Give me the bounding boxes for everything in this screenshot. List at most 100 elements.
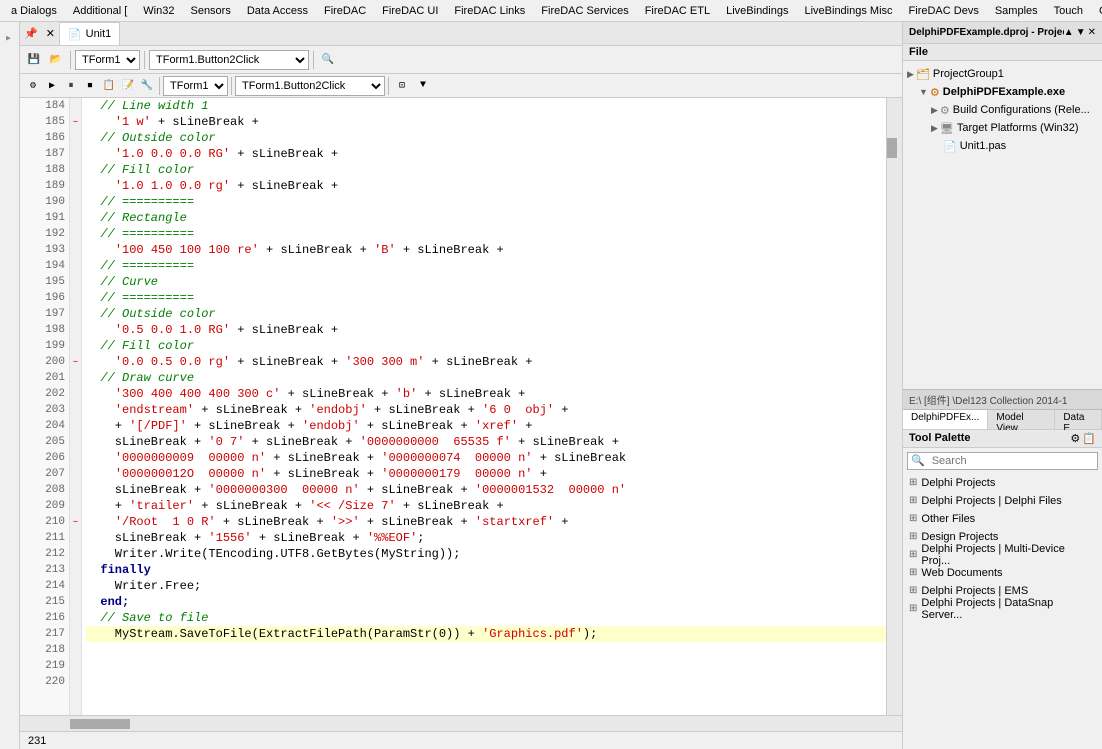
project-manager-header: DelphiPDFExample.dproj - Project M ▲ ▼ ✕ bbox=[903, 22, 1102, 44]
tb2-nav-btn2[interactable]: ▼ bbox=[413, 76, 433, 96]
menu-win32[interactable]: Win32 bbox=[136, 2, 181, 20]
code-line-188: // Fill color bbox=[86, 162, 886, 178]
code-line-199: // Fill color bbox=[86, 338, 886, 354]
gutter-214 bbox=[70, 578, 81, 594]
tree-target-platforms[interactable]: ▶ 🖥 Target Platforms (Win32) bbox=[903, 119, 1102, 137]
tb2-method-selector[interactable]: TForm1.Button2Click bbox=[235, 76, 385, 96]
tab-delphi-pdf[interactable]: DelphiPDFEx... bbox=[903, 410, 988, 429]
tb2-btn7[interactable]: 🔧 bbox=[138, 77, 156, 95]
tb2-btn5[interactable]: 📋 bbox=[100, 77, 118, 95]
menu-firedac-etl[interactable]: FireDAC ETL bbox=[638, 2, 717, 20]
ln-199: 199 bbox=[20, 338, 69, 354]
code-line-215: end; bbox=[86, 594, 886, 610]
palette-delphi-projects[interactable]: ⊞ Delphi Projects bbox=[903, 474, 1102, 492]
gutter-206 bbox=[70, 450, 81, 466]
tab-pin-button[interactable]: 📌 bbox=[20, 25, 42, 42]
tool-search-input[interactable] bbox=[928, 455, 1097, 467]
menu-firedac-services[interactable]: FireDAC Services bbox=[534, 2, 635, 20]
palette-datasnap[interactable]: ⊞ Delphi Projects | DataSnap Server... bbox=[903, 600, 1102, 618]
code-line-186: // Outside color bbox=[86, 130, 886, 146]
unit1-tab[interactable]: 📄 Unit1 bbox=[59, 22, 120, 45]
tab-icon: 📄 bbox=[68, 28, 82, 41]
ln-217: 217 bbox=[20, 626, 69, 642]
gutter-203 bbox=[70, 402, 81, 418]
gutter-200: – bbox=[70, 354, 81, 370]
tree-unit1[interactable]: 📄 Unit1.pas bbox=[903, 137, 1102, 155]
ln-205: 205 bbox=[20, 434, 69, 450]
menu-bar: a Dialogs Additional [ Win32 Sensors Dat… bbox=[0, 0, 1102, 22]
palette-other-files[interactable]: ⊞ Other Files bbox=[903, 510, 1102, 528]
method-selector[interactable]: TForm1.Button2Click bbox=[149, 50, 309, 70]
delphi-exe-expand-icon: ▼ bbox=[919, 87, 928, 97]
tb2-nav-btn[interactable]: ⊡ bbox=[392, 76, 412, 96]
tab-model-view[interactable]: Model View bbox=[988, 410, 1055, 429]
menu-touch[interactable]: Touch bbox=[1047, 2, 1090, 20]
menu-firedac-devs[interactable]: FireDAC Devs bbox=[902, 2, 986, 20]
menu-livebindings-misc[interactable]: LiveBindings Misc bbox=[797, 2, 899, 20]
tab-data-e[interactable]: Data E bbox=[1055, 410, 1102, 429]
tab-close-button[interactable]: ✕ bbox=[42, 25, 59, 42]
tool-palette-btn1[interactable]: ⚙ bbox=[1070, 432, 1080, 445]
gutter-190 bbox=[70, 194, 81, 210]
editor-tab-bar: 📌 ✕ 📄 Unit1 bbox=[20, 22, 902, 46]
tree-delphi-exe[interactable]: ▼ ⚙ DelphiPDFExample.exe bbox=[903, 83, 1102, 101]
code-line-185: '1 w' + sLineBreak + bbox=[86, 114, 886, 130]
gutter-185: – bbox=[70, 114, 81, 130]
toolbar1: 💾 📂 TForm1 TForm1.Button2Click 🔍 bbox=[20, 46, 902, 74]
panel-minimize-btn[interactable]: ▲ bbox=[1064, 27, 1074, 38]
left-indicator: ◀ bbox=[5, 34, 14, 43]
gutter-219 bbox=[70, 658, 81, 674]
code-line-205: sLineBreak + '0 7' + sLineBreak + '00000… bbox=[86, 434, 886, 450]
tb2-btn1[interactable]: ⚙ bbox=[24, 77, 42, 95]
menu-firedac-ui[interactable]: FireDAC UI bbox=[375, 2, 445, 20]
menu-sensors[interactable]: Sensors bbox=[183, 2, 237, 20]
code-line-210: '/Root 1 0 R' + sLineBreak + '>>' + sLin… bbox=[86, 514, 886, 530]
panel-close-btn[interactable]: ✕ bbox=[1088, 27, 1096, 38]
menu-dialogs[interactable]: a Dialogs bbox=[4, 2, 64, 20]
menu-firedac[interactable]: FireDAC bbox=[317, 2, 373, 20]
code-content[interactable]: // Line width 1 '1 w' + sLineBreak + // … bbox=[82, 98, 886, 715]
gutter-186 bbox=[70, 130, 81, 146]
bottom-right-tabs: DelphiPDFEx... Model View Data E bbox=[903, 410, 1102, 430]
tool-search-box[interactable]: 🔍 bbox=[907, 452, 1098, 470]
tb2-btn2[interactable]: ▶ bbox=[43, 77, 61, 95]
toolbar-open-btn[interactable]: 📂 bbox=[46, 50, 66, 70]
code-line-217: MyStream.SaveToFile(ExtractFilePath(Para… bbox=[86, 626, 886, 642]
code-editor: 184 185 186 187 188 189 190 191 192 193 … bbox=[20, 98, 902, 715]
menu-gestures[interactable]: Gestures bbox=[1092, 2, 1102, 20]
path-label: E:\ [组件] \Del123 Collection 2014-1 bbox=[903, 389, 1102, 410]
delphi-exe-icon: ⚙ bbox=[930, 86, 940, 99]
tb2-btn6[interactable]: 📝 bbox=[119, 77, 137, 95]
tb2-form-selector[interactable]: TForm1 bbox=[163, 76, 228, 96]
palette-delphi-files[interactable]: ⊞ Delphi Projects | Delphi Files bbox=[903, 492, 1102, 510]
search-btn[interactable]: 🔍 bbox=[318, 50, 338, 70]
project-group-label: ProjectGroup1 bbox=[933, 68, 1004, 80]
ems-label: Delphi Projects | EMS bbox=[921, 585, 1028, 597]
design-projects-label: Design Projects bbox=[921, 531, 998, 543]
menu-data-access[interactable]: Data Access bbox=[240, 2, 315, 20]
tool-palette-btn2[interactable]: 📋 bbox=[1082, 432, 1096, 445]
horizontal-scrollbar[interactable] bbox=[20, 715, 902, 731]
panel-float-btn[interactable]: ▼ bbox=[1076, 27, 1086, 38]
code-line-200: '0.0 0.5 0.0 rg' + sLineBreak + '300 300… bbox=[86, 354, 886, 370]
code-line-190: // ========== bbox=[86, 194, 886, 210]
form-selector[interactable]: TForm1 bbox=[75, 50, 140, 70]
multi-device-label: Delphi Projects | Multi-Device Proj... bbox=[921, 543, 1096, 567]
tb2-btn4[interactable]: ⏹ bbox=[81, 77, 99, 95]
status-bar: 231 bbox=[20, 731, 902, 749]
tree-build-config[interactable]: ▶ ⚙ Build Configurations (Rele... bbox=[903, 101, 1102, 119]
gutter-194 bbox=[70, 258, 81, 274]
vertical-scrollbar[interactable] bbox=[886, 98, 902, 715]
gutter-211 bbox=[70, 530, 81, 546]
palette-multi-device[interactable]: ⊞ Delphi Projects | Multi-Device Proj... bbox=[903, 546, 1102, 564]
toolbar-save-btn[interactable]: 💾 bbox=[24, 50, 44, 70]
menu-firedac-links[interactable]: FireDAC Links bbox=[447, 2, 532, 20]
ln-198: 198 bbox=[20, 322, 69, 338]
tool-palette: Tool Palette ⚙ 📋 🔍 ⊞ Delphi Projects ⊞ D… bbox=[903, 430, 1102, 749]
tree-project-group[interactable]: ▶ 🗂 ProjectGroup1 bbox=[903, 65, 1102, 83]
menu-additional[interactable]: Additional [ bbox=[66, 2, 134, 20]
center-area: 📌 ✕ 📄 Unit1 💾 📂 TForm1 TForm1.Button2Cli… bbox=[20, 22, 902, 749]
menu-samples[interactable]: Samples bbox=[988, 2, 1045, 20]
tb2-btn3[interactable]: ⏸ bbox=[62, 77, 80, 95]
menu-livebindings[interactable]: LiveBindings bbox=[719, 2, 795, 20]
